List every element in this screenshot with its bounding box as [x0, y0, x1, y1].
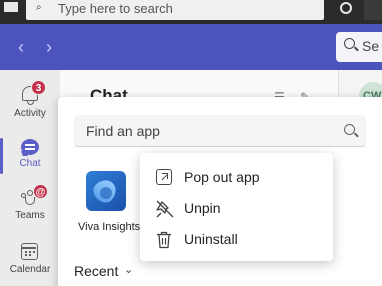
taskbar-search-box[interactable]: ⌕ Type here to search — [26, 0, 324, 20]
teams-title-bar: ‹ › Se — [0, 24, 382, 70]
menu-item-pop-out-app[interactable]: Pop out app — [140, 163, 333, 193]
windows-taskbar: ⌕ Type here to search — [0, 0, 382, 24]
rail-item-label: Calendar — [9, 264, 51, 275]
rail-item-teams[interactable]: @ Teams — [0, 178, 60, 234]
recent-section-label[interactable]: Recent — [74, 263, 118, 279]
menu-item-label: Unpin — [184, 200, 221, 216]
mention-badge: @ — [33, 184, 48, 199]
rail-item-label: Chat — [19, 158, 41, 169]
find-app-placeholder: Find an app — [86, 123, 160, 139]
windows-logo-icon — [4, 2, 18, 12]
rail-item-chat[interactable]: Chat — [0, 128, 60, 184]
search-icon — [344, 124, 355, 135]
app-context-menu: Pop out app Unpin Uninstall — [140, 153, 333, 261]
trash-icon — [156, 231, 172, 249]
task-view-icon[interactable] — [364, 0, 382, 20]
taskbar-tray — [334, 0, 382, 20]
back-arrow-icon[interactable]: ‹ — [14, 37, 28, 57]
rail-item-calendar[interactable]: Calendar — [0, 232, 60, 286]
app-rail: 3 Activity Chat @ Teams Calendar — [0, 70, 60, 286]
teams-search-box[interactable]: Se — [336, 32, 382, 62]
forward-arrow-icon[interactable]: › — [42, 37, 56, 57]
menu-item-label: Pop out app — [184, 169, 260, 185]
taskbar-search-placeholder: Type here to search — [58, 1, 173, 16]
unpin-icon — [156, 200, 174, 218]
menu-item-unpin[interactable]: Unpin — [140, 194, 333, 224]
teams-search-label: Se — [362, 38, 380, 54]
calendar-icon — [21, 243, 38, 260]
cortana-icon[interactable] — [340, 2, 352, 14]
menu-item-label: Uninstall — [184, 231, 238, 247]
search-icon — [344, 38, 355, 49]
rail-item-label: Teams — [15, 210, 45, 221]
viva-insights-icon — [86, 171, 126, 211]
find-app-input[interactable]: Find an app — [74, 115, 366, 147]
chevron-down-icon[interactable]: ⌄ — [124, 263, 133, 276]
activity-badge: 3 — [31, 80, 46, 95]
menu-item-uninstall[interactable]: Uninstall — [140, 225, 333, 255]
windows-start-button[interactable] — [0, 0, 22, 20]
rail-item-activity[interactable]: 3 Activity — [0, 74, 60, 130]
search-icon: ⌕ — [36, 2, 42, 13]
rail-item-label: Activity — [14, 108, 46, 119]
pop-out-icon — [156, 169, 172, 185]
chat-icon — [21, 139, 39, 155]
